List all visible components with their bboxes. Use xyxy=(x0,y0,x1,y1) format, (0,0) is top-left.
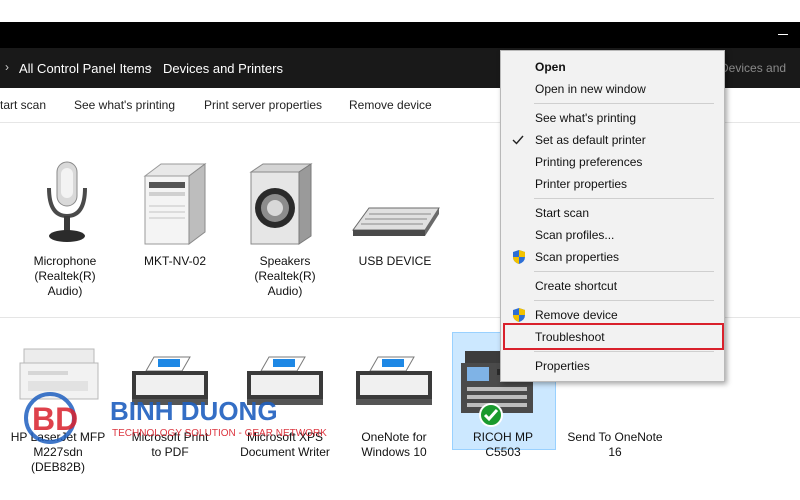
device-microphone[interactable]: Microphone (Realtek(R) Audio) xyxy=(17,158,113,303)
device-computer[interactable]: MKT-NV-02 xyxy=(127,158,223,278)
menu-item-see-whats-printing[interactable]: See what's printing xyxy=(501,107,724,129)
device-label: Speakers (Realtek(R) Audio) xyxy=(254,254,316,298)
menu-item-properties[interactable]: Properties xyxy=(501,355,724,377)
breadcrumb-item-devices-printers[interactable]: Devices and Printers xyxy=(163,61,283,76)
breadcrumb-separator-icon: › xyxy=(5,60,9,74)
print-server-properties-button[interactable]: Print server properties xyxy=(204,98,322,112)
printer-label: OneNote for Windows 10 xyxy=(361,430,427,459)
menu-item-open[interactable]: Open xyxy=(501,56,724,78)
microphone-icon xyxy=(47,161,87,242)
menu-separator xyxy=(534,103,714,104)
menu-separator xyxy=(534,300,714,301)
shield-icon xyxy=(513,250,525,264)
start-scan-button[interactable]: tart scan xyxy=(0,98,46,112)
check-icon xyxy=(512,135,524,145)
device-label: Microphone (Realtek(R) Audio) xyxy=(33,254,97,298)
top-margin xyxy=(0,0,800,22)
device-speakers[interactable]: Speakers (Realtek(R) Audio) xyxy=(237,158,333,303)
menu-item-printer-properties[interactable]: Printer properties xyxy=(501,173,724,195)
brand-tagline: TECHNOLOGY SOLUTION - GEAR NETWORK xyxy=(112,428,327,439)
minimize-icon[interactable] xyxy=(778,34,788,35)
device-label: MKT-NV-02 xyxy=(143,254,206,268)
device-label: USB DEVICE xyxy=(358,254,432,268)
menu-item-start-scan[interactable]: Start scan xyxy=(501,202,724,224)
menu-item-open-new-window[interactable]: Open in new window xyxy=(501,78,724,100)
logo-letters: BD xyxy=(32,401,78,437)
speaker-icon xyxy=(249,163,313,245)
menu-item-create-shortcut[interactable]: Create shortcut xyxy=(501,275,724,297)
printer-onenote-win10[interactable]: OneNote for Windows 10 xyxy=(346,345,442,475)
device-usb[interactable]: USB DEVICE xyxy=(347,158,443,278)
computer-tower-icon xyxy=(143,163,207,245)
keyboard-icon xyxy=(352,207,440,236)
menu-separator xyxy=(534,351,714,352)
see-whats-printing-button[interactable]: See what's printing xyxy=(74,98,175,112)
menu-item-printing-preferences[interactable]: Printing preferences xyxy=(501,151,724,173)
shield-icon xyxy=(513,308,525,322)
printer-label: Send To OneNote 16 xyxy=(567,430,663,459)
brand-watermark: BD BINH DUONG TECHNOLOGY SOLUTION - GEAR… xyxy=(24,392,327,444)
menu-item-scan-properties[interactable]: Scan properties xyxy=(501,246,724,268)
troubleshoot-highlight-box xyxy=(503,323,724,350)
menu-separator xyxy=(534,271,714,272)
menu-item-scan-profiles[interactable]: Scan profiles... xyxy=(501,224,724,246)
remove-device-button[interactable]: Remove device xyxy=(349,98,432,112)
title-bar xyxy=(0,22,800,48)
breadcrumb-separator-icon: › xyxy=(148,60,152,74)
brand-name: BINH DUONG xyxy=(110,396,278,426)
printer-label: RICOH MP C5503 xyxy=(473,430,533,459)
printer-icon xyxy=(356,356,432,405)
breadcrumb-item-control-panel[interactable]: All Control Panel Items xyxy=(19,61,151,76)
menu-separator xyxy=(534,198,714,199)
menu-item-set-default[interactable]: Set as default printer xyxy=(501,129,724,151)
